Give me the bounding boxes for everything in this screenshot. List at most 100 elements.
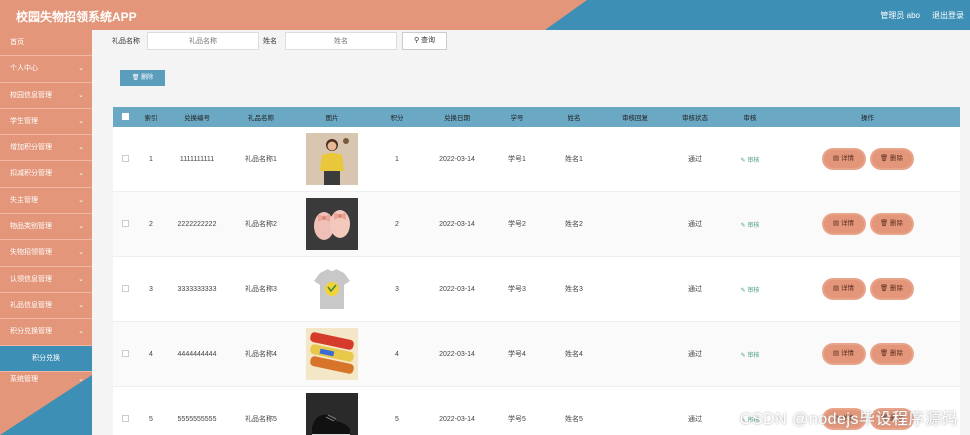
table-row: 4 4444444444 礼品名称4 4 2022-03-14 学号4 姓名4 通过 ✎ 审核 ▤… (113, 322, 960, 387)
row-select-cell[interactable] (113, 154, 137, 164)
row-select-cell[interactable] (113, 414, 137, 424)
sidebar-item-label: 积分兑换管理 (10, 328, 52, 336)
sidebar-item-label: 认领信息管理 (10, 275, 52, 283)
audit-link[interactable]: ✎ 审核 (741, 288, 760, 294)
delete-button[interactable]: 🗑 删除 (871, 215, 912, 233)
sidebar-item-9[interactable]: 认领信息管理 ⌄ (0, 267, 92, 293)
gift-image (293, 393, 371, 435)
cell-code: 3333333333 (177, 285, 217, 293)
audit-label: 审核 (747, 157, 760, 164)
sidebar-item-2[interactable]: 校园信息管理 ⌄ (0, 83, 92, 109)
table-row: 3 3333333333 礼品名称3 3 2022-03-14 学号3 姓名3 通过 ✎ 审核 ▤… (113, 257, 960, 322)
row-select-cell[interactable] (113, 219, 137, 229)
cell-sid: 学号3 (508, 286, 526, 293)
sidebar-item-label: 首页 (10, 39, 24, 46)
chevron-down-icon: ⌄ (78, 223, 84, 231)
row-checkbox[interactable] (121, 154, 129, 162)
chevron-down-icon: ⌄ (78, 117, 84, 125)
cell-date: 2022-03-14 (439, 155, 475, 163)
row-checkbox[interactable] (121, 284, 129, 292)
cell-index: 2 (149, 220, 153, 228)
audit-link[interactable]: ✎ 审核 (741, 353, 760, 359)
chevron-down-icon: ⌄ (78, 65, 84, 73)
cell-date: 2022-03-14 (439, 220, 475, 228)
cell-name: 姓名3 (565, 286, 583, 293)
cell-name: 姓名4 (565, 351, 583, 358)
audit-link[interactable]: ✎ 审核 (741, 158, 760, 164)
cell-gift: 礼品名称1 (245, 156, 277, 163)
actions-cell: ▤ 详情 🗑 删除 (775, 150, 960, 168)
delete-button[interactable]: 🗑 删除 (871, 280, 912, 298)
delete-label: 删除 (890, 350, 904, 357)
cell-date: 2022-03-14 (439, 415, 475, 423)
sidebar-item-8[interactable]: 失物招领管理 ⌄ (0, 240, 92, 267)
chevron-down-icon: ⌄ (78, 170, 84, 178)
detail-button[interactable]: ▤ 详情 (823, 150, 864, 168)
audit-cell: ✎ 审核 (725, 350, 775, 359)
cell-code: 4444444444 (177, 350, 217, 358)
trash-icon: 🗑 (879, 155, 891, 162)
sidebar-item-10[interactable]: 礼品信息管理 ⌄ (0, 293, 92, 320)
table-row: 1 1111111111 礼品名称1 1 2022-03-14 学号1 姓名1 通过 ✎ 审核 ▤… (113, 127, 960, 192)
sidebar-item-5[interactable]: 扣减积分管理 ⌄ (0, 161, 92, 188)
sidebar-item-3[interactable]: 学生管理 ⌄ (0, 109, 92, 136)
cell-points: 1 (395, 155, 399, 163)
chevron-down-icon: ⌄ (78, 249, 84, 257)
sidebar-item-7[interactable]: 物品类别管理 ⌄ (0, 214, 92, 241)
audit-label: 审核 (747, 352, 760, 359)
name-label: 姓名 (263, 38, 277, 45)
delete-button[interactable]: 🗑 删除 (871, 345, 912, 363)
cell-code: 2222222222 (177, 220, 217, 228)
gift-image (293, 328, 371, 380)
sidebar-item-label: 校园信息管理 (10, 91, 52, 99)
column-header: 索引 (144, 115, 158, 122)
sidebar-item-1[interactable]: 个人中心 ⌄ (0, 56, 92, 83)
query-button[interactable]: ⚲ 查询 (402, 32, 447, 50)
chevron-down-icon: ⌄ (78, 328, 84, 336)
actions-cell: ▤ 详情 🗑 删除 (775, 345, 960, 363)
audit-link[interactable]: ✎ 审核 (741, 223, 760, 229)
sidebar-item-system[interactable]: 系统管理 ⌄ (0, 367, 92, 393)
detail-button[interactable]: ▤ 详情 (823, 215, 864, 233)
top-header: 校园失物招领系统APP 管理员 abo 退出登录 (0, 0, 970, 30)
row-checkbox[interactable] (121, 414, 129, 422)
app-title: 校园失物招领系统APP (16, 10, 137, 24)
sidebar-item-label: 增加积分管理 (10, 144, 52, 152)
row-select-cell[interactable] (113, 349, 137, 359)
cell-points: 4 (395, 350, 399, 358)
select-all-cell[interactable] (113, 112, 137, 122)
delete-button[interactable]: 🗑 删除 (871, 150, 912, 168)
gift-name-input[interactable] (147, 32, 259, 50)
document-icon: ▤ (833, 285, 841, 292)
cell-code: 1111111111 (179, 155, 215, 163)
delete-label: 删除 (890, 220, 904, 227)
cell-name: 姓名5 (565, 416, 583, 423)
sidebar-item-11[interactable]: 积分兑换管理 ⌄ (0, 319, 92, 346)
row-checkbox[interactable] (121, 219, 129, 227)
cell-date: 2022-03-14 (439, 285, 475, 293)
chevron-down-icon: ⌄ (78, 91, 84, 99)
row-select-cell[interactable] (113, 284, 137, 294)
cell-status: 通过 (688, 156, 702, 163)
logout-link[interactable]: 退出登录 (932, 10, 964, 21)
batch-delete-label: 删除 (141, 75, 154, 81)
cell-gift: 礼品名称2 (245, 221, 277, 228)
cell-status: 通过 (688, 416, 702, 423)
document-icon: ▤ (833, 220, 841, 227)
detail-button[interactable]: ▤ 详情 (823, 345, 864, 363)
sidebar-item-label: 失物招领管理 (10, 249, 52, 257)
sidebar-item-4[interactable]: 增加积分管理 ⌄ (0, 135, 92, 162)
cell-index: 5 (149, 415, 153, 423)
sidebar-item-0[interactable]: 首页 (0, 30, 92, 57)
exchange-table: 索引 兑换编号 礼品名称 图片 积分 兑换日期 学号 姓名 审核回复 审核状态 审核 操作 1 1111… (113, 107, 960, 435)
batch-delete-button[interactable]: 🗑 删除 (120, 70, 165, 86)
cell-points: 3 (395, 285, 399, 293)
column-header: 兑换编号 (184, 115, 210, 122)
column-header: 积分 (390, 115, 404, 122)
row-checkbox[interactable] (121, 349, 129, 357)
select-all-checkbox[interactable] (121, 112, 129, 120)
audit-cell: ✎ 审核 (725, 220, 775, 229)
name-input[interactable] (285, 32, 397, 50)
sidebar-item-6[interactable]: 失主管理 ⌄ (0, 188, 92, 215)
detail-button[interactable]: ▤ 详情 (823, 280, 864, 298)
